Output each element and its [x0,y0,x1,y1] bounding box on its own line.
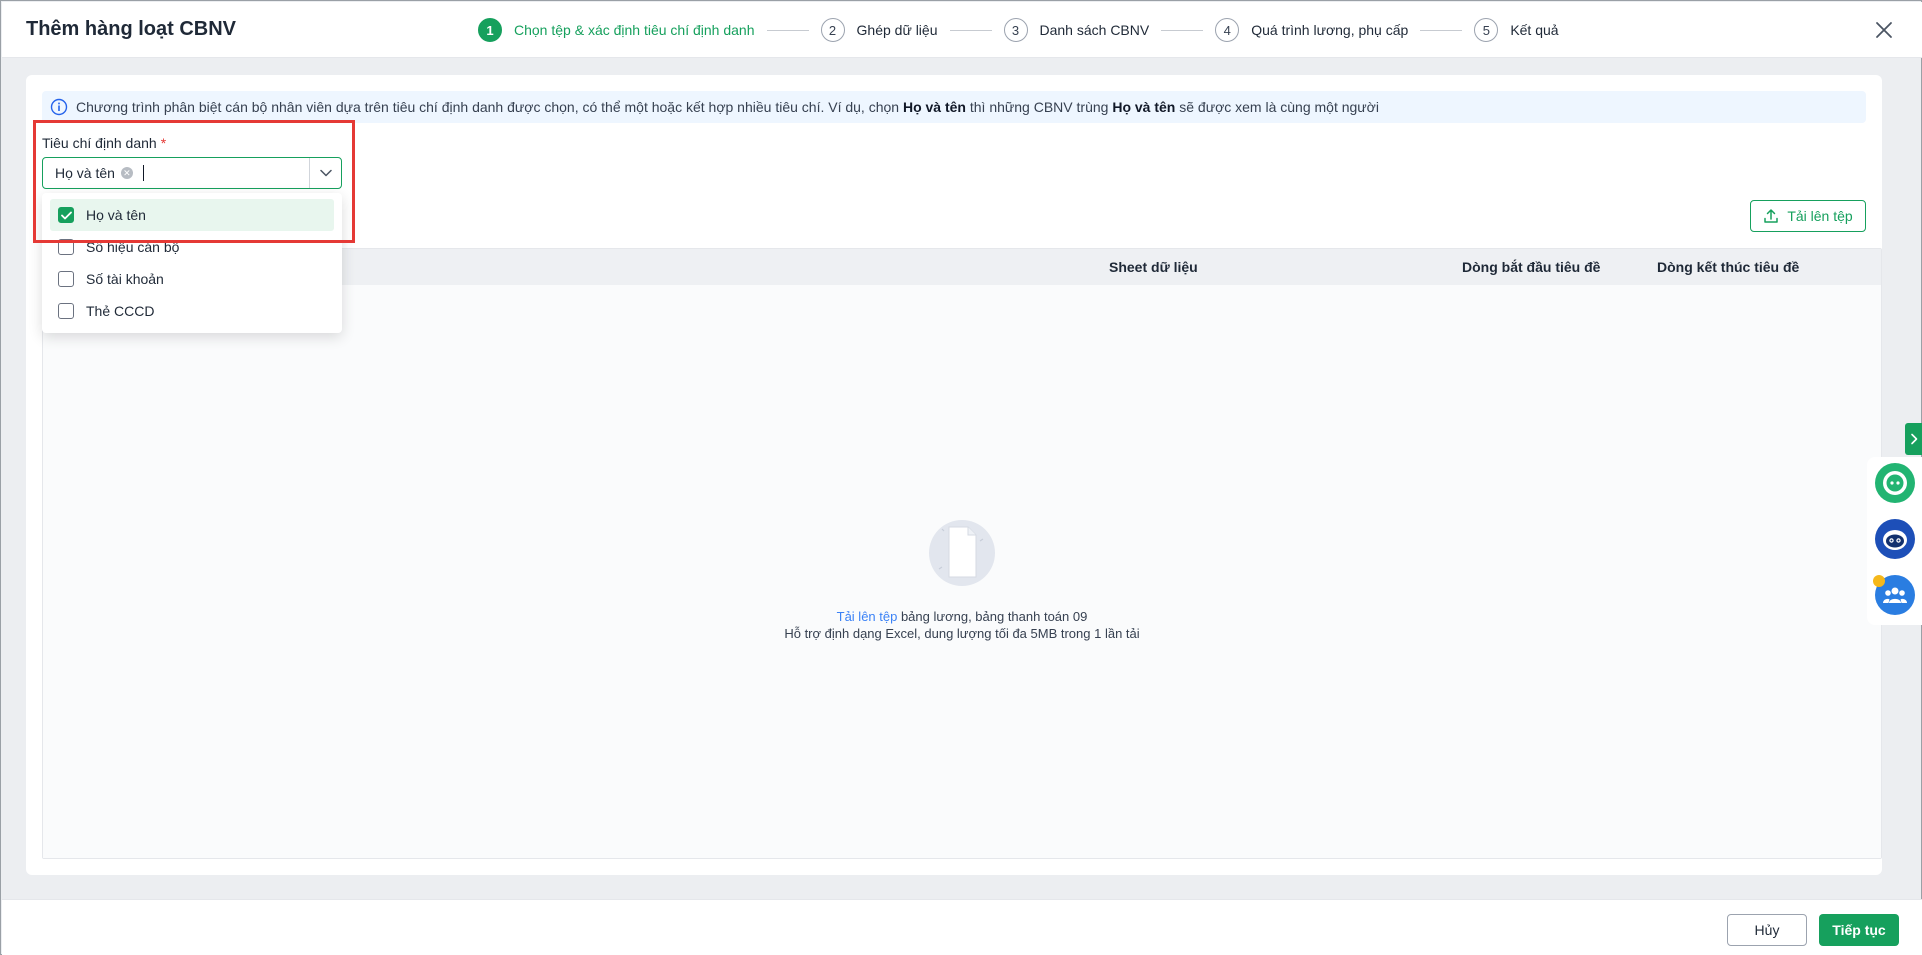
option-so-tai-khoan[interactable]: Số tài khoản [50,263,334,295]
step-number: 1 [478,18,502,42]
side-panel-toggle[interactable] [1905,423,1922,455]
checkbox[interactable] [58,303,74,319]
close-button[interactable] [1870,16,1898,44]
step-number: 2 [820,18,845,42]
criteria-label: Tiêu chí định danh * [42,135,167,151]
checkbox[interactable] [58,207,74,223]
next-button[interactable]: Tiếp tục [1819,914,1899,946]
dropdown-toggle[interactable] [309,158,341,188]
empty-state: Tải lên tệp bảng lương, bảng thanh toán … [43,517,1881,642]
table-body: Tải lên tệp bảng lương, bảng thanh toán … [43,285,1881,858]
step-3[interactable]: 3 Danh sách CBNV [1003,18,1150,42]
info-icon [50,98,68,116]
chip-label: Họ và tên [55,165,115,181]
criteria-select[interactable]: Họ và tên ✕ [42,157,342,189]
step-connector [1420,29,1463,31]
step-connector [949,29,992,31]
info-text: Chương trình phân biệt cán bộ nhân viên … [76,99,1379,115]
step-number: 3 [1003,18,1028,42]
option-so-hieu-can-bo[interactable]: Số hiệu cán bộ [50,231,334,263]
dialog-footer: Hủy Tiếp tục [2,899,1922,955]
step-2[interactable]: 2 Ghép dữ liệu [820,18,938,42]
check-icon [60,211,72,219]
chat-widget[interactable] [1875,463,1915,503]
info-banner: Chương trình phân biệt cán bộ nhân viên … [42,91,1866,123]
step-label: Danh sách CBNV [1039,22,1150,38]
chip-remove-icon[interactable]: ✕ [120,167,133,179]
required-mark: * [160,135,167,151]
step-4[interactable]: 4 Quá trình lương, phụ cấp [1215,18,1408,42]
empty-line-2: Hỗ trợ định dạng Excel, dung lượng tối đ… [784,626,1140,641]
checkbox[interactable] [58,239,74,255]
dialog-window: Thêm hàng loạt CBNV 1 Chọn tệp & xác địn… [0,0,1922,955]
col-header-start: Dòng bắt đầu tiêu đề [1462,259,1601,275]
assistant-widget[interactable] [1875,519,1915,559]
step-connector [766,29,809,31]
col-sheet: Sheet dữ liệu [1109,259,1198,275]
close-icon [1876,22,1892,38]
step-number: 4 [1215,18,1240,42]
option-ho-va-ten[interactable]: Họ và tên [50,199,334,231]
step-number: 5 [1474,18,1499,42]
cancel-button[interactable]: Hủy [1727,914,1807,946]
step-5[interactable]: 5 Kết quả [1474,18,1559,42]
file-table: Sheet dữ liệu Dòng bắt đầu tiêu đề Dòng … [42,248,1882,859]
upload-icon [1764,209,1779,223]
option-label: Số tài khoản [86,271,164,287]
criteria-dropdown: Họ và tên Số hiệu cán bộ Số tài khoản Th… [42,193,342,333]
option-the-cccd[interactable]: Thẻ CCCD [50,295,334,327]
checkbox[interactable] [58,271,74,287]
step-connector [1161,29,1204,31]
upload-file-link[interactable]: Tải lên tệp [837,609,898,624]
chevron-down-icon [319,169,332,177]
step-label: Chọn tệp & xác định tiêu chí định danh [514,22,755,38]
option-label: Số hiệu cán bộ [86,239,180,255]
col-header-end: Dòng kết thúc tiêu đề [1657,259,1800,275]
stepper: 1 Chọn tệp & xác định tiêu chí định danh… [478,17,1559,43]
step-label: Kết quả [1510,22,1559,38]
step-1[interactable]: 1 Chọn tệp & xác định tiêu chí định danh [478,18,755,42]
floating-widgets [1867,457,1922,625]
upload-file-button[interactable]: Tải lên tệp [1750,200,1866,232]
notification-dot [1873,575,1885,587]
step-label: Quá trình lương, phụ cấp [1251,22,1409,38]
dialog-title: Thêm hàng loạt CBNV [26,18,237,40]
upload-label: Tải lên tệp [1787,208,1853,224]
selected-chip: Họ và tên ✕ [55,165,133,181]
chevron-right-icon [1911,433,1918,445]
document-icon [929,520,995,586]
empty-line-1: Tải lên tệp bảng lương, bảng thanh toán … [836,609,1088,624]
option-label: Thẻ CCCD [86,303,155,319]
dialog-header: Thêm hàng loạt CBNV 1 Chọn tệp & xác địn… [2,2,1922,58]
content-card: Chương trình phân biệt cán bộ nhân viên … [26,75,1882,875]
chat-icon [1883,471,1907,495]
text-cursor [142,165,144,181]
robot-icon [1883,530,1907,550]
step-label: Ghép dữ liệu [856,22,938,38]
option-label: Họ và tên [86,207,146,223]
